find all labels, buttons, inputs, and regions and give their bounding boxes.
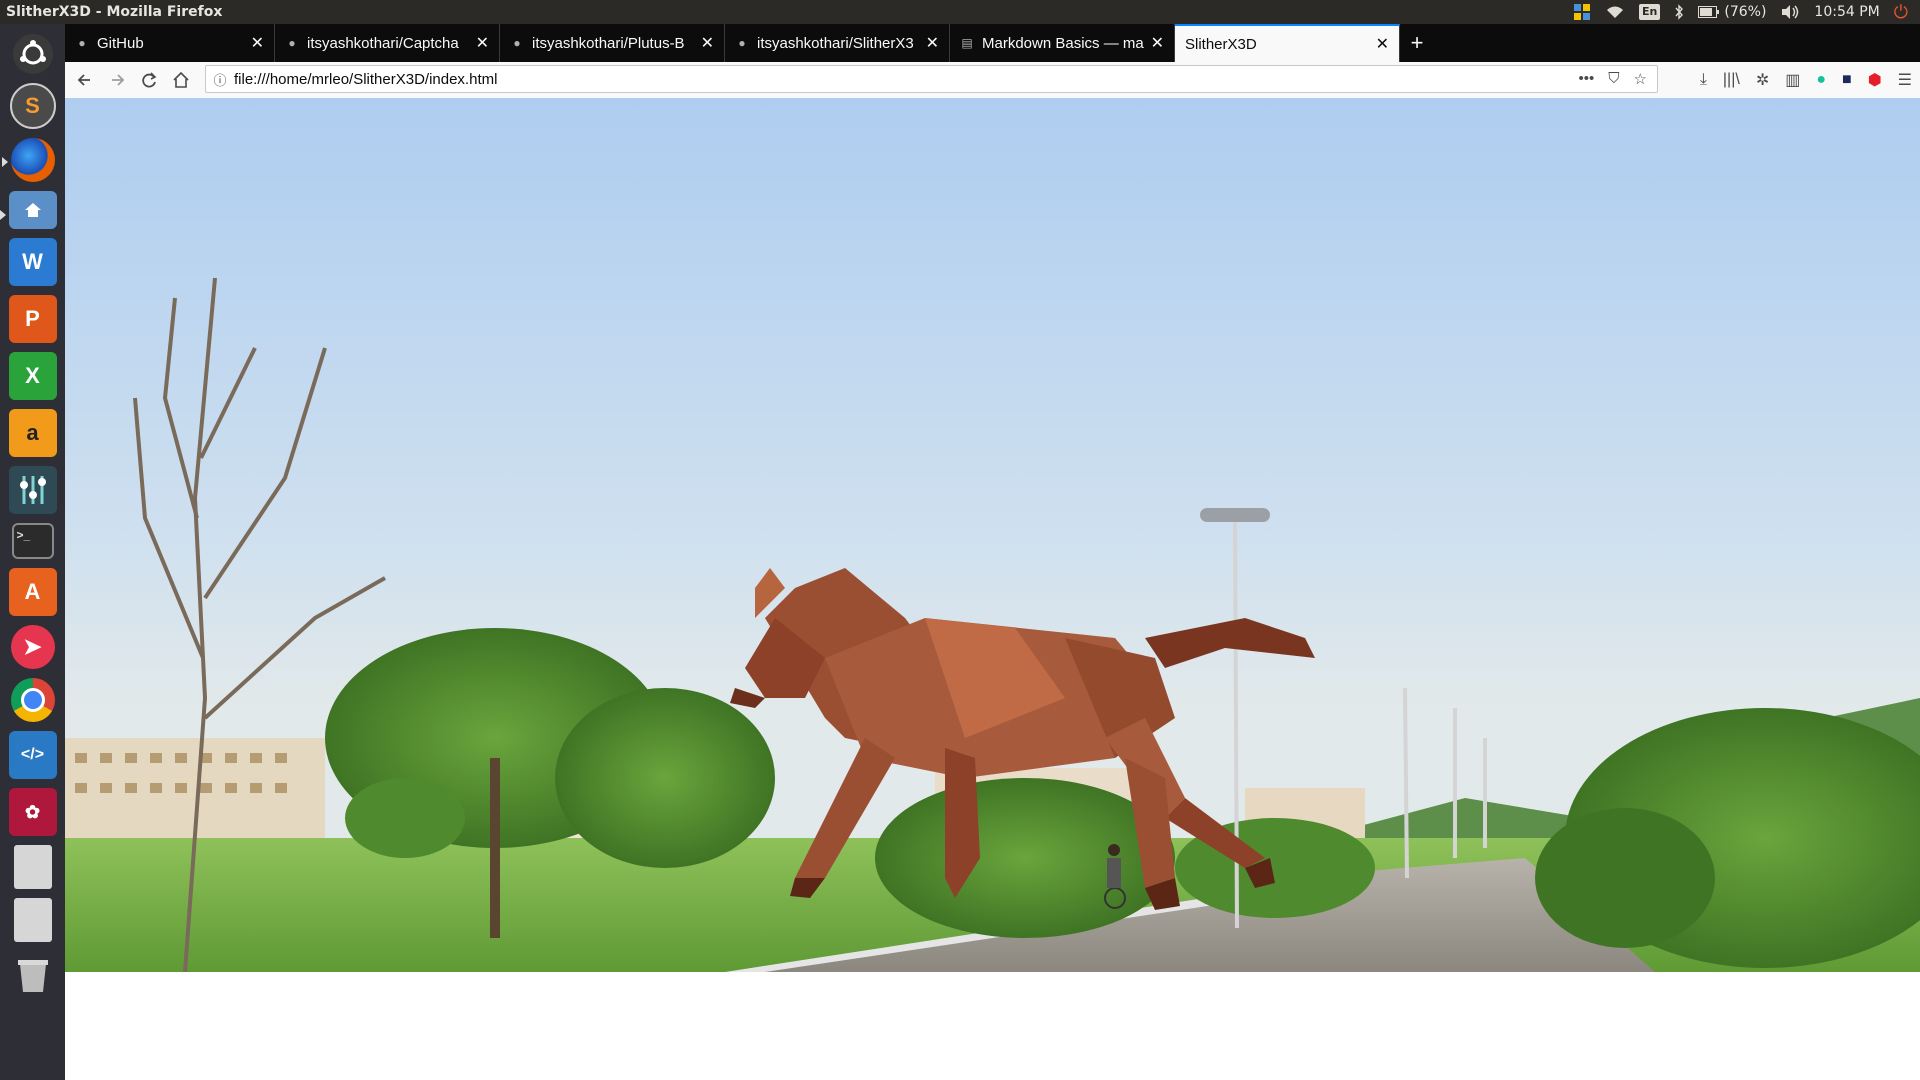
battery-percent: (76%) [1724, 4, 1767, 20]
home-icon [173, 71, 189, 88]
close-tab-icon[interactable]: ✕ [251, 33, 264, 53]
github-icon: ● [738, 36, 746, 50]
send-icon[interactable]: ➤ [10, 625, 55, 669]
tab-label: SlitherX3D [1185, 35, 1257, 53]
page-actions-icon[interactable]: ••• [1579, 70, 1595, 88]
pocket-icon[interactable]: ⛉ [1608, 70, 1619, 88]
tab-slitherx3d[interactable]: SlitherX3D ✕ [1175, 24, 1400, 62]
wifi-icon[interactable] [1605, 4, 1625, 20]
sublime-text-icon[interactable]: S [9, 83, 56, 129]
drive-icon[interactable] [13, 845, 52, 889]
page-content [65, 98, 1920, 1080]
reload-button[interactable] [133, 64, 165, 96]
volume-icon[interactable] [1780, 4, 1800, 20]
lamp-head [1200, 508, 1270, 522]
menu-icon[interactable]: ☰ [1898, 70, 1912, 90]
software-center-icon[interactable]: A [8, 568, 57, 616]
vscode-icon[interactable]: </> [8, 731, 57, 779]
tab-label: Markdown Basics — ma [982, 34, 1144, 52]
navigation-bar: ⓘ file:///home/mrleo/SlitherX3D/index.ht… [65, 62, 1920, 99]
terminal-icon[interactable]: >_ [11, 523, 54, 559]
url-bar[interactable]: ⓘ file:///home/mrleo/SlitherX3D/index.ht… [205, 65, 1658, 93]
drive-icon-2[interactable] [13, 898, 52, 942]
tab-label: itsyashkothari/Captcha [307, 34, 459, 52]
toolbar-right: ⤓ |||\ ✲ ▥ ● ■ ⬢ ☰ [1700, 62, 1912, 98]
battery-indicator[interactable]: (76%) [1698, 4, 1766, 20]
sidebar-icon[interactable]: ▥ [1785, 70, 1800, 90]
impress-icon[interactable]: P [8, 295, 57, 343]
system-tray: En (76%) 10:54 PM ⏻ [1573, 0, 1920, 24]
mendeley-icon[interactable]: ✿ [8, 788, 57, 836]
tab-github[interactable]: ● GitHub ✕ [65, 24, 275, 62]
power-icon[interactable]: ⏻ [1894, 2, 1908, 23]
writer-icon[interactable]: W [8, 238, 57, 286]
chrome-icon[interactable] [10, 678, 55, 722]
forward-arrow-icon [112, 74, 125, 86]
tab-markdown-basics[interactable]: ▤ Markdown Basics — ma ✕ [950, 24, 1175, 62]
tab-plutus[interactable]: ● itsyashkothari/Plutus-B ✕ [500, 24, 725, 62]
back-arrow-icon [77, 74, 90, 86]
github-icon: ● [288, 36, 296, 50]
files-icon[interactable] [0, 191, 57, 229]
battery-icon [1698, 6, 1720, 18]
extension-icon[interactable]: ■ [1842, 71, 1852, 89]
mixer-icon[interactable] [8, 466, 57, 514]
trash-icon[interactable] [9, 951, 57, 999]
github-icon: ● [78, 36, 86, 50]
tab-label: itsyashkothari/SlitherX3 [757, 34, 914, 52]
forward-button[interactable] [101, 64, 133, 96]
adblock-plus-icon[interactable]: ⬢ [1868, 70, 1882, 90]
firefox-icon[interactable] [1, 138, 55, 182]
tab-label: itsyashkothari/Plutus-B [532, 34, 685, 52]
tab-slitherx3-repo[interactable]: ● itsyashkothari/SlitherX3 ✕ [725, 24, 950, 62]
page-icon: ▤ [961, 36, 973, 50]
close-tab-icon[interactable]: ✕ [1376, 34, 1389, 54]
grammarly-icon[interactable]: ● [1816, 71, 1826, 89]
app-indicator-icon[interactable] [1573, 3, 1591, 21]
tab-label: GitHub [97, 34, 144, 52]
bookmark-star-icon[interactable]: ☆ [1634, 70, 1647, 88]
tab-captcha[interactable]: ● itsyashkothari/Captcha ✕ [275, 24, 500, 62]
keyboard-layout-indicator[interactable]: En [1639, 4, 1661, 20]
close-tab-icon[interactable]: ✕ [926, 33, 939, 53]
bluetooth-icon[interactable] [1674, 4, 1684, 20]
close-tab-icon[interactable]: ✕ [701, 33, 714, 53]
settings-gear-icon[interactable]: ✲ [1756, 70, 1769, 90]
downloads-icon[interactable]: ⤓ [1700, 71, 1707, 89]
home-button[interactable] [165, 64, 197, 96]
top-panel: SlitherX3D - Mozilla Firefox En (76%) 10… [0, 0, 1920, 24]
close-tab-icon[interactable]: ✕ [476, 33, 489, 53]
url-text[interactable]: file:///home/mrleo/SlitherX3D/index.html [234, 71, 1579, 88]
amazon-icon[interactable]: a [8, 409, 57, 457]
scene-canvas[interactable] [65, 98, 1920, 972]
window-title: SlitherX3D - Mozilla Firefox [6, 4, 223, 20]
site-info-icon[interactable]: ⓘ [206, 70, 234, 89]
reload-icon [142, 72, 157, 88]
back-button[interactable] [69, 64, 101, 96]
launcher: S W P X a >_ A ➤ </> ✿ [0, 24, 65, 1080]
new-tab-button[interactable]: + [1400, 24, 1434, 62]
github-icon: ● [513, 36, 521, 50]
close-tab-icon[interactable]: ✕ [1151, 33, 1164, 53]
calc-icon[interactable]: X [8, 352, 57, 400]
library-icon[interactable]: |||\ [1723, 71, 1740, 89]
clock[interactable]: 10:54 PM [1814, 4, 1879, 20]
ubuntu-dash-icon[interactable] [12, 34, 53, 74]
tab-bar: ● GitHub ✕ ● itsyashkothari/Captcha ✕ ● … [65, 24, 1920, 62]
